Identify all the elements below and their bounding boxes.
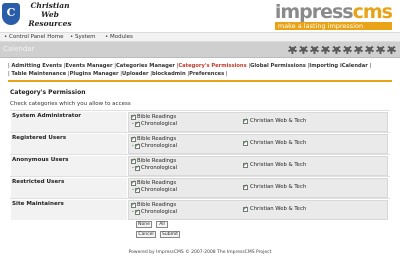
module-title: Calendar: [3, 45, 35, 53]
tab-admitting-events[interactable]: Admitting Events: [11, 63, 62, 69]
logo-text: Christian Web Resources: [22, 1, 78, 28]
option-label: Chronological: [141, 187, 178, 193]
permission-row: System Administrator Bible Readings - Ch…: [10, 110, 390, 132]
option-label: Chronological: [141, 165, 178, 171]
logo-line-1: Christian: [30, 1, 70, 10]
permission-row: Anonymous Users Bible Readings - Chronol…: [10, 154, 390, 176]
group-label: Restricted Users: [11, 178, 127, 198]
footer: Powered by ImpressCMS © 2007-2008 The Im…: [128, 250, 272, 255]
none-button[interactable]: None: [136, 221, 152, 228]
indent-marker: -: [132, 187, 134, 193]
option-label: Bible Readings: [137, 114, 177, 120]
checkbox-christian-web-tech[interactable]: [243, 205, 248, 212]
category-cell: Bible Readings - Chronological Christian…: [128, 200, 388, 220]
option-label: Christian Web & Tech: [250, 140, 307, 146]
tab-preferences[interactable]: Preferences: [189, 71, 224, 77]
option-label: Chronological: [141, 143, 178, 149]
logo-badge: C: [2, 3, 20, 25]
gear-icon[interactable]: [354, 45, 363, 54]
option-label: Chronological: [141, 121, 178, 127]
main-content: | Admitting Events |Events Manager |Cate…: [8, 62, 392, 238]
checkbox-chronological[interactable]: [135, 142, 140, 149]
tab-blockadmin[interactable]: blockadmin: [152, 71, 186, 77]
option-label: Bible Readings: [137, 158, 177, 164]
section-hint: Check categories which you allow to acce…: [10, 101, 131, 107]
section-title: Category's Permission: [10, 89, 86, 96]
option-label: Chronological: [141, 209, 178, 215]
checkbox-chronological[interactable]: [135, 164, 140, 171]
permission-row: Registered Users Bible Readings - Chrono…: [10, 132, 390, 154]
category-cell: Bible Readings - Chronological Christian…: [128, 112, 388, 132]
option-label: Christian Web & Tech: [250, 118, 307, 124]
module-icons: [288, 45, 396, 55]
tab-global-permissions[interactable]: Global Permissions: [250, 63, 306, 69]
permission-row: Site Maintainers Bible Readings - Chrono…: [10, 198, 390, 220]
tab-table-maintenance[interactable]: Table Maintenance: [11, 71, 66, 77]
gear-icon[interactable]: [299, 45, 308, 54]
category-cell: Bible Readings - Chronological Christian…: [128, 134, 388, 154]
indent-marker: -: [132, 165, 134, 171]
admin-tabs: | Admitting Events |Events Manager |Cate…: [8, 63, 372, 77]
checkbox-christian-web-tech[interactable]: [243, 117, 248, 124]
main-menubar: • Control Panel Home • System • Modules: [0, 32, 400, 42]
group-label: Site Maintainers: [11, 200, 127, 220]
site-logo[interactable]: C Christian Web Resources: [2, 1, 78, 29]
menu-modules[interactable]: • Modules: [105, 33, 133, 42]
cancel-button[interactable]: Cancel: [136, 231, 156, 238]
gear-icon[interactable]: [288, 45, 297, 54]
checkbox-chronological[interactable]: [135, 120, 140, 127]
option-label: Christian Web & Tech: [250, 206, 307, 212]
permission-row: Restricted Users Bible Readings - Chrono…: [10, 176, 390, 198]
option-label: Bible Readings: [137, 180, 177, 186]
module-titlebar: Calendar: [0, 42, 400, 58]
impresscms-logo: impresscms make a lasting impression: [274, 1, 393, 30]
form-buttons-row: Cancel Submit: [128, 231, 268, 239]
gear-icon[interactable]: [365, 45, 374, 54]
tab-category-permissions[interactable]: Category's Permissions: [178, 63, 246, 69]
group-label: Registered Users: [11, 134, 127, 154]
tab-plugins-manager[interactable]: Plugins Manager: [70, 71, 119, 77]
header: C Christian Web Resources impresscms mak…: [0, 0, 400, 32]
option-label: Christian Web & Tech: [250, 162, 307, 168]
gear-icon[interactable]: [332, 45, 341, 54]
brand-impress: impress: [274, 1, 354, 23]
logo-line-2: Web: [41, 10, 59, 19]
option-label: Bible Readings: [137, 202, 177, 208]
tab-uploader[interactable]: Uploader: [122, 71, 149, 77]
tab-categories-manager[interactable]: Categories Manager: [116, 63, 175, 69]
brand-cms: cms: [352, 1, 393, 23]
option-label: Bible Readings: [137, 136, 177, 142]
indent-marker: -: [132, 121, 134, 127]
checkbox-christian-web-tech[interactable]: [243, 139, 248, 146]
indent-marker: -: [132, 143, 134, 149]
menu-system[interactable]: • System: [70, 33, 96, 42]
tab-importing-icalendar[interactable]: Importing iCalendar: [309, 63, 368, 69]
brand-tagline: make a lasting impression: [274, 22, 392, 30]
group-label: System Administrator: [11, 112, 127, 132]
tab-events-manager[interactable]: Events Manager: [65, 63, 112, 69]
group-label: Anonymous Users: [11, 156, 127, 176]
category-cell: Bible Readings - Chronological Christian…: [128, 156, 388, 176]
tab-underline: [8, 80, 392, 82]
select-buttons-row: None All: [128, 221, 268, 229]
checkbox-chronological[interactable]: [135, 186, 140, 193]
gear-icon[interactable]: [343, 45, 352, 54]
all-button[interactable]: All: [156, 221, 168, 228]
checkbox-christian-web-tech[interactable]: [243, 161, 248, 168]
gear-icon[interactable]: [321, 45, 330, 54]
indent-marker: -: [132, 209, 134, 215]
logo-line-3: Resources: [28, 19, 72, 28]
menu-control-panel-home[interactable]: • Control Panel Home: [4, 33, 63, 42]
checkbox-chronological[interactable]: [135, 208, 140, 215]
gear-icon[interactable]: [387, 45, 396, 54]
submit-button[interactable]: Submit: [160, 231, 180, 238]
checkbox-christian-web-tech[interactable]: [243, 183, 248, 190]
option-label: Christian Web & Tech: [250, 184, 307, 190]
gear-icon[interactable]: [376, 45, 385, 54]
category-cell: Bible Readings - Chronological Christian…: [128, 178, 388, 198]
gear-icon[interactable]: [310, 45, 319, 54]
